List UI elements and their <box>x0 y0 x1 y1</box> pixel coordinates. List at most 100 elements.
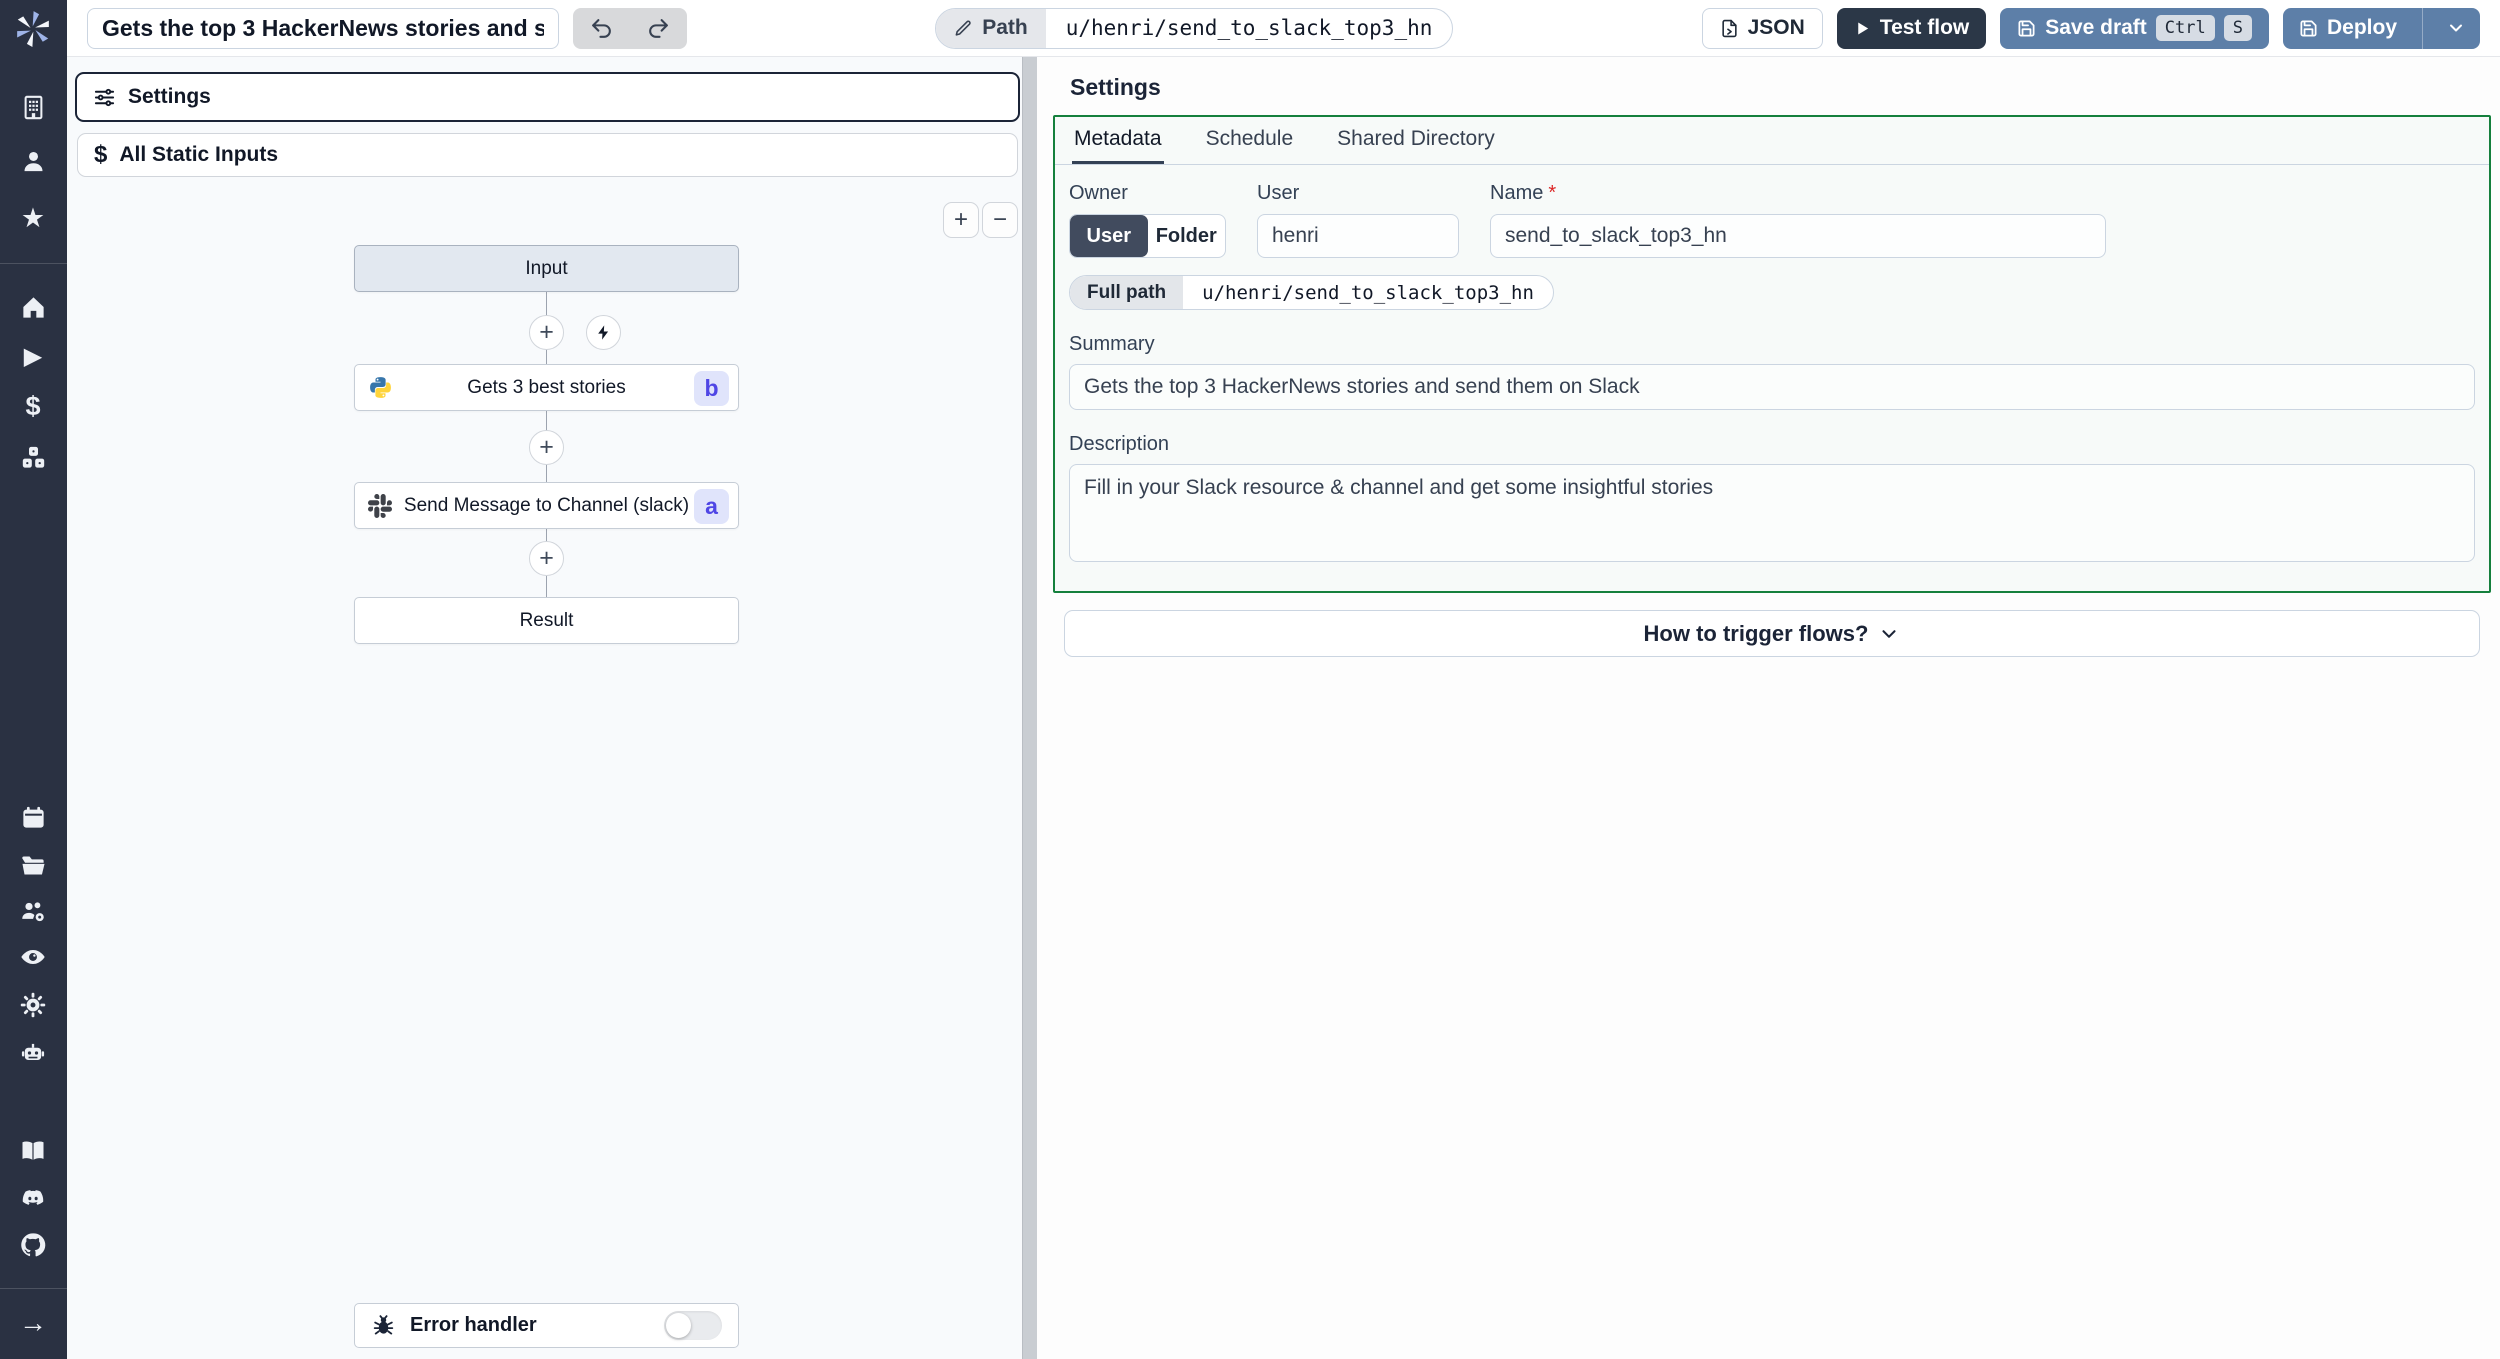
deploy-dropdown-button[interactable] <box>2432 8 2480 49</box>
sidebar-divider <box>0 1288 67 1289</box>
static-inputs-label: All Static Inputs <box>119 143 279 166</box>
python-icon <box>368 375 393 400</box>
step-a-label: Send Message to Channel (slack) <box>403 494 690 516</box>
settings-panel-heading: Settings <box>1070 74 1161 100</box>
path-label-segment: Path <box>936 8 1046 48</box>
plus-icon: + <box>539 544 554 572</box>
zoom-out-button[interactable]: − <box>982 202 1018 238</box>
collapse-arrow-right-icon[interactable]: → <box>13 1303 53 1343</box>
trigger-bolt-button[interactable] <box>586 315 621 350</box>
step-b-badge: b <box>694 371 729 406</box>
favorites-star-icon[interactable]: ★ <box>13 198 53 238</box>
user-field: User <box>1257 182 1459 258</box>
windmill-logo[interactable] <box>13 8 53 48</box>
ai-robot-icon[interactable] <box>13 1033 53 1073</box>
runs-play-icon[interactable]: ▶ <box>13 337 53 377</box>
owner-label: Owner <box>1069 182 1128 204</box>
schedules-calendar-icon[interactable] <box>13 797 53 837</box>
owner-option-folder[interactable]: Folder <box>1148 215 1226 257</box>
all-static-inputs-item[interactable]: $ All Static Inputs <box>77 133 1018 177</box>
redo-button[interactable] <box>634 8 684 49</box>
flow-node-step-a[interactable]: Send Message to Channel (slack) a <box>354 482 739 529</box>
flow-title-input[interactable] <box>87 7 559 49</box>
user-profile-icon[interactable] <box>13 141 53 181</box>
tab-metadata[interactable]: Metadata <box>1072 117 1164 164</box>
owner-field: Owner User Folder <box>1069 182 1226 258</box>
how-to-trigger-flows-button[interactable]: How to trigger flows? <box>1064 610 2480 657</box>
settings-gear-icon[interactable] <box>13 985 53 1025</box>
add-step-button[interactable]: + <box>529 315 564 350</box>
bug-icon <box>373 1315 394 1335</box>
name-label-text: Name <box>1490 182 1544 204</box>
full-path-display: Full path u/henri/send_to_slack_top3_hn <box>1069 275 1554 310</box>
summary-input[interactable] <box>1069 364 2475 410</box>
undo-button[interactable] <box>577 8 627 49</box>
kbd-s: S <box>2223 15 2252 41</box>
lightning-icon <box>598 325 609 340</box>
deploy-label: Deploy <box>2327 16 2398 39</box>
add-step-button[interactable]: + <box>529 541 564 576</box>
owner-row: Owner User Folder User Name* <box>1069 182 2475 258</box>
flow-canvas: Settings $ All Static Inputs + − Input +… <box>67 57 1022 1359</box>
name-label: Name * <box>1490 182 2106 205</box>
full-path-label: Full path <box>1070 276 1184 309</box>
flow-settings-item[interactable]: Settings <box>75 72 1020 122</box>
toggle-knob <box>666 1313 691 1338</box>
save-icon <box>2018 20 2035 36</box>
save-icon <box>2300 20 2317 36</box>
error-handler-toggle[interactable] <box>664 1311 722 1340</box>
folders-icon[interactable] <box>13 845 53 885</box>
tab-schedule[interactable]: Schedule <box>1204 117 1296 164</box>
user-input[interactable] <box>1257 214 1459 258</box>
deploy-button[interactable]: Deploy <box>2283 8 2413 49</box>
file-json-icon <box>1721 19 1737 37</box>
github-icon[interactable] <box>13 1225 53 1265</box>
step-b-label: Gets 3 best stories <box>467 376 626 398</box>
sidebar-divider <box>0 263 67 264</box>
home-icon[interactable] <box>13 287 53 327</box>
error-handler-item[interactable]: Error handler <box>354 1303 739 1348</box>
flow-node-input[interactable]: Input <box>354 245 739 292</box>
add-step-button[interactable]: + <box>529 430 564 465</box>
error-handler-label: Error handler <box>410 1314 537 1336</box>
metadata-section: Metadata Schedule Shared Directory Owner… <box>1053 115 2491 593</box>
settings-item-label: Settings <box>128 85 211 108</box>
test-flow-label: Test flow <box>1879 16 1970 39</box>
discord-icon[interactable] <box>13 1179 53 1219</box>
zoom-in-button[interactable]: + <box>943 202 979 238</box>
groups-users-icon[interactable] <box>13 891 53 931</box>
panel-resize-divider[interactable] <box>1022 57 1037 1359</box>
step-a-badge: a <box>694 489 729 524</box>
kbd-ctrl: Ctrl <box>2155 15 2215 41</box>
audit-eye-icon[interactable] <box>13 937 53 977</box>
full-path-value: u/henri/send_to_slack_top3_hn <box>1202 281 1534 304</box>
name-input[interactable] <box>1490 214 2106 258</box>
name-field: Name * <box>1490 182 2106 258</box>
settings-panel: Settings Metadata Schedule Shared Direct… <box>1037 57 2500 1359</box>
owner-option-user[interactable]: User <box>1070 215 1148 257</box>
flow-path-control[interactable]: Path u/henri/send_to_slack_top3_hn <box>935 7 1454 49</box>
flow-node-step-b[interactable]: Gets 3 best stories b <box>354 364 739 411</box>
deploy-separator <box>2422 7 2424 49</box>
save-draft-button[interactable]: Save draft Ctrl S <box>2000 7 2269 49</box>
test-flow-button[interactable]: Test flow <box>1836 7 1987 49</box>
variables-dollar-icon[interactable]: $ <box>13 386 53 426</box>
chevron-down-icon <box>2450 24 2463 32</box>
result-node-label: Result <box>519 609 574 631</box>
required-asterisk: * <box>1548 182 1557 204</box>
description-textarea[interactable]: Fill in your Slack resource & channel an… <box>1069 464 2475 562</box>
owner-toggle: User Folder <box>1069 214 1226 258</box>
undo-redo-group <box>573 7 687 49</box>
summary-label: Summary <box>1069 333 1155 355</box>
flow-node-result[interactable]: Result <box>354 597 739 644</box>
resources-cubes-icon[interactable] <box>13 437 53 477</box>
path-value: u/henri/send_to_slack_top3_hn <box>1065 16 1433 40</box>
tab-shared-directory[interactable]: Shared Directory <box>1335 117 1497 164</box>
top-toolbar: Path u/henri/send_to_slack_top3_hn JSON … <box>67 0 2500 57</box>
json-button[interactable]: JSON <box>1701 7 1823 49</box>
dollar-icon: $ <box>94 141 108 168</box>
settings-tabs: Metadata Schedule Shared Directory <box>1055 117 2489 165</box>
user-label: User <box>1257 182 1300 204</box>
docs-book-icon[interactable] <box>13 1131 53 1171</box>
workspace-building-icon[interactable] <box>13 87 53 127</box>
